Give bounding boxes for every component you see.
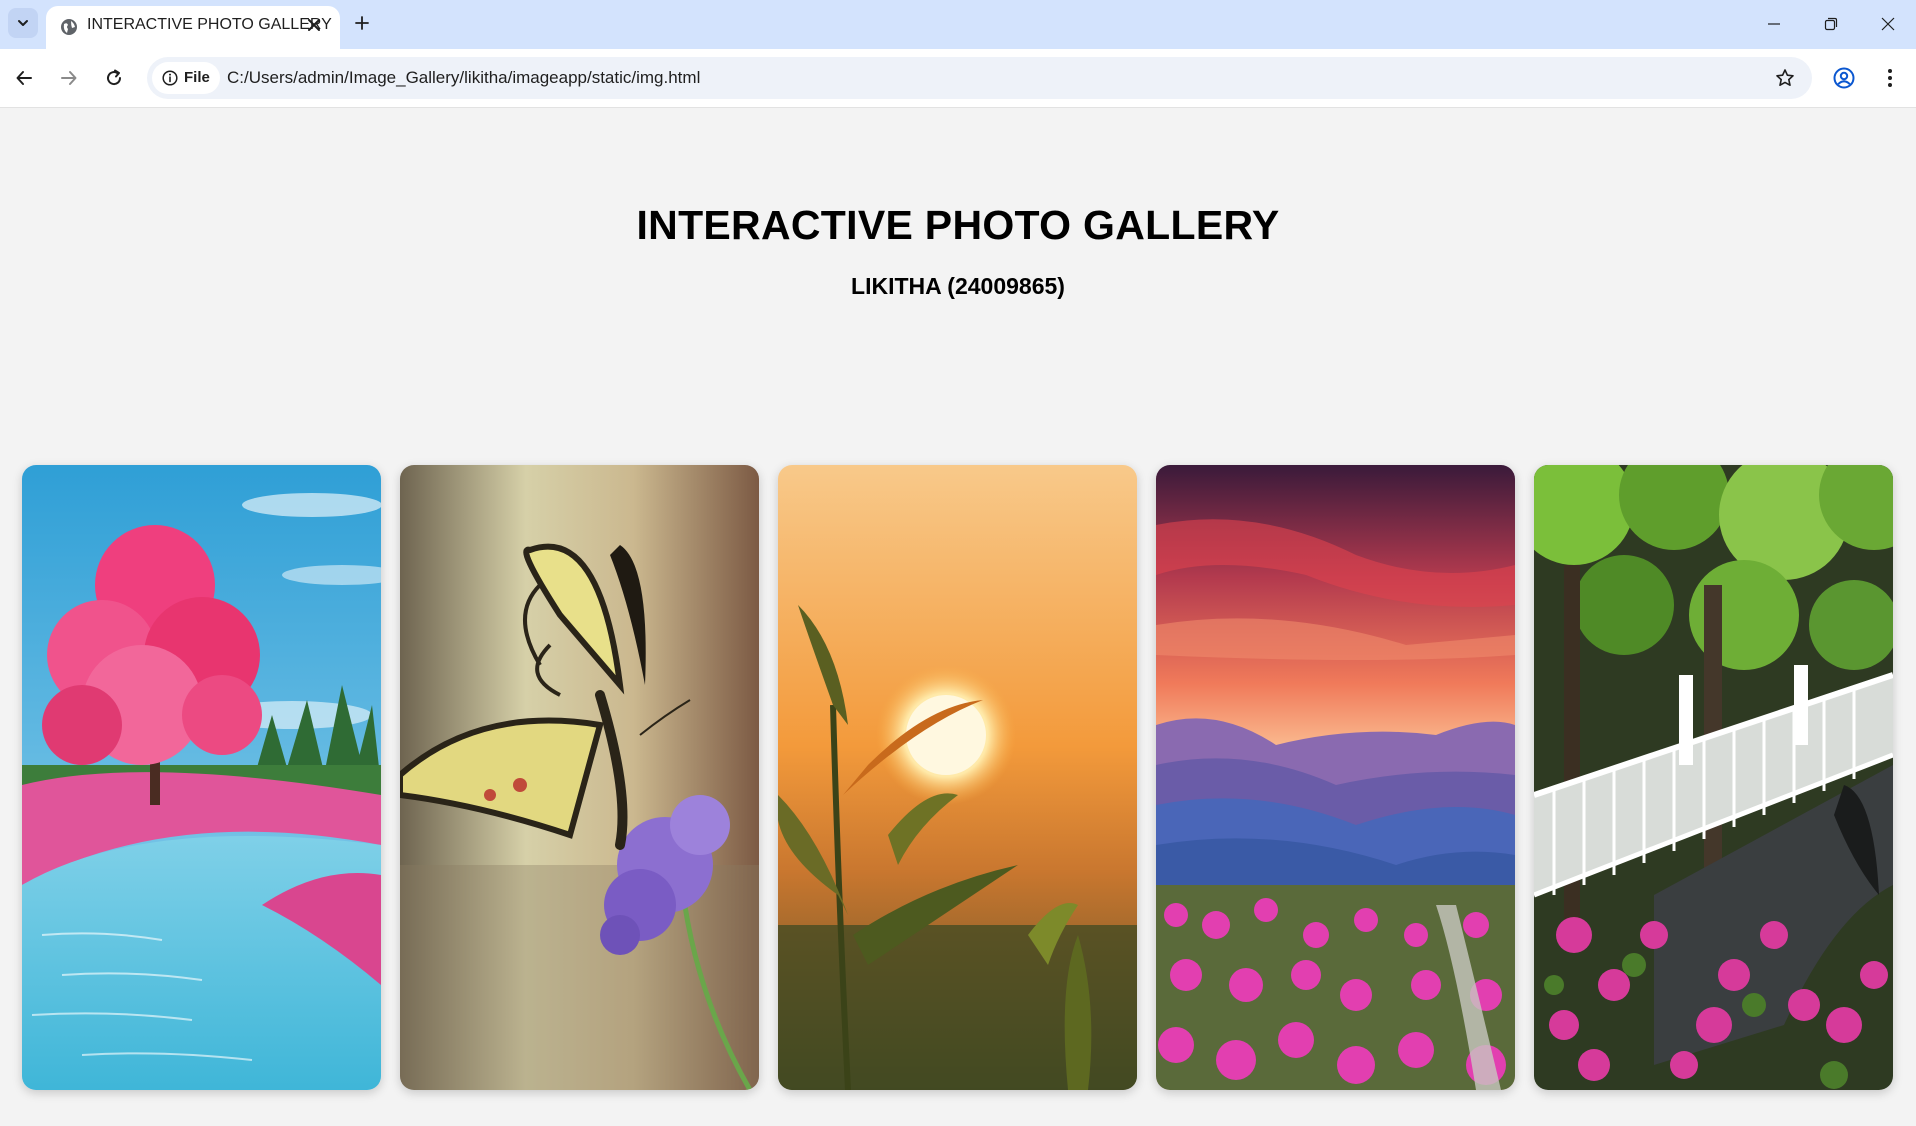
plus-icon bbox=[355, 16, 369, 30]
tab-search-button[interactable] bbox=[8, 8, 38, 38]
info-icon bbox=[162, 70, 178, 86]
page-subtitle: LIKITHA (24009865) bbox=[851, 273, 1065, 299]
bookmark-button[interactable] bbox=[1771, 64, 1799, 92]
url-text[interactable]: C:/Users/admin/Image_Gallery/likitha/ima… bbox=[227, 57, 700, 99]
forward-button[interactable] bbox=[52, 61, 86, 95]
profile-icon bbox=[1833, 67, 1855, 89]
back-arrow-icon bbox=[16, 71, 32, 85]
restore-button[interactable] bbox=[1811, 8, 1851, 40]
close-icon bbox=[308, 19, 320, 31]
menu-dots-icon bbox=[1888, 69, 1892, 87]
minimize-button[interactable] bbox=[1754, 8, 1794, 40]
reload-button[interactable] bbox=[97, 61, 131, 95]
back-button[interactable] bbox=[7, 61, 41, 95]
forward-arrow-icon bbox=[61, 71, 77, 85]
gallery-photo-mountain-meadow[interactable] bbox=[1156, 465, 1515, 1090]
bridge-garden-image bbox=[1534, 465, 1893, 1090]
tab-close-button[interactable] bbox=[304, 15, 324, 35]
browser-toolbar: File C:/Users/admin/Image_Gallery/likith… bbox=[0, 49, 1916, 108]
restore-icon bbox=[1824, 17, 1838, 31]
site-info-chip[interactable]: File bbox=[152, 62, 220, 94]
address-bar[interactable]: File C:/Users/admin/Image_Gallery/likith… bbox=[147, 57, 1812, 99]
tab-search-icon bbox=[18, 20, 28, 26]
gallery-photo-pink-tree[interactable] bbox=[22, 465, 381, 1090]
star-icon bbox=[1776, 69, 1794, 86]
globe-icon bbox=[61, 19, 77, 35]
active-tab[interactable]: INTERACTIVE PHOTO GALLERY bbox=[46, 6, 340, 49]
window-close-icon bbox=[1881, 17, 1895, 31]
mountain-meadow-image bbox=[1156, 465, 1515, 1090]
photo-gallery bbox=[22, 465, 1894, 1090]
window-close-button[interactable] bbox=[1868, 8, 1908, 40]
gallery-photo-bridge-garden[interactable] bbox=[1534, 465, 1893, 1090]
new-tab-button[interactable] bbox=[348, 9, 376, 37]
page-title: INTERACTIVE PHOTO GALLERY bbox=[636, 202, 1280, 248]
tab-strip: INTERACTIVE PHOTO GALLERY bbox=[0, 0, 1916, 49]
page-content: INTERACTIVE PHOTO GALLERY LIKITHA (24009… bbox=[0, 108, 1916, 1126]
tab-title: INTERACTIVE PHOTO GALLERY bbox=[87, 16, 332, 33]
gallery-photo-sunset-plant[interactable] bbox=[778, 465, 1137, 1090]
pink-tree-river-image bbox=[22, 465, 381, 1090]
browser-menu-button[interactable] bbox=[1873, 61, 1907, 95]
reload-icon bbox=[107, 69, 122, 86]
minimize-icon bbox=[1768, 23, 1780, 25]
butterfly-image bbox=[400, 465, 759, 1090]
site-chip-label: File bbox=[184, 69, 210, 86]
profile-button[interactable] bbox=[1827, 61, 1861, 95]
sunset-seedling-image bbox=[778, 465, 1137, 1090]
gallery-photo-butterfly[interactable] bbox=[400, 465, 759, 1090]
